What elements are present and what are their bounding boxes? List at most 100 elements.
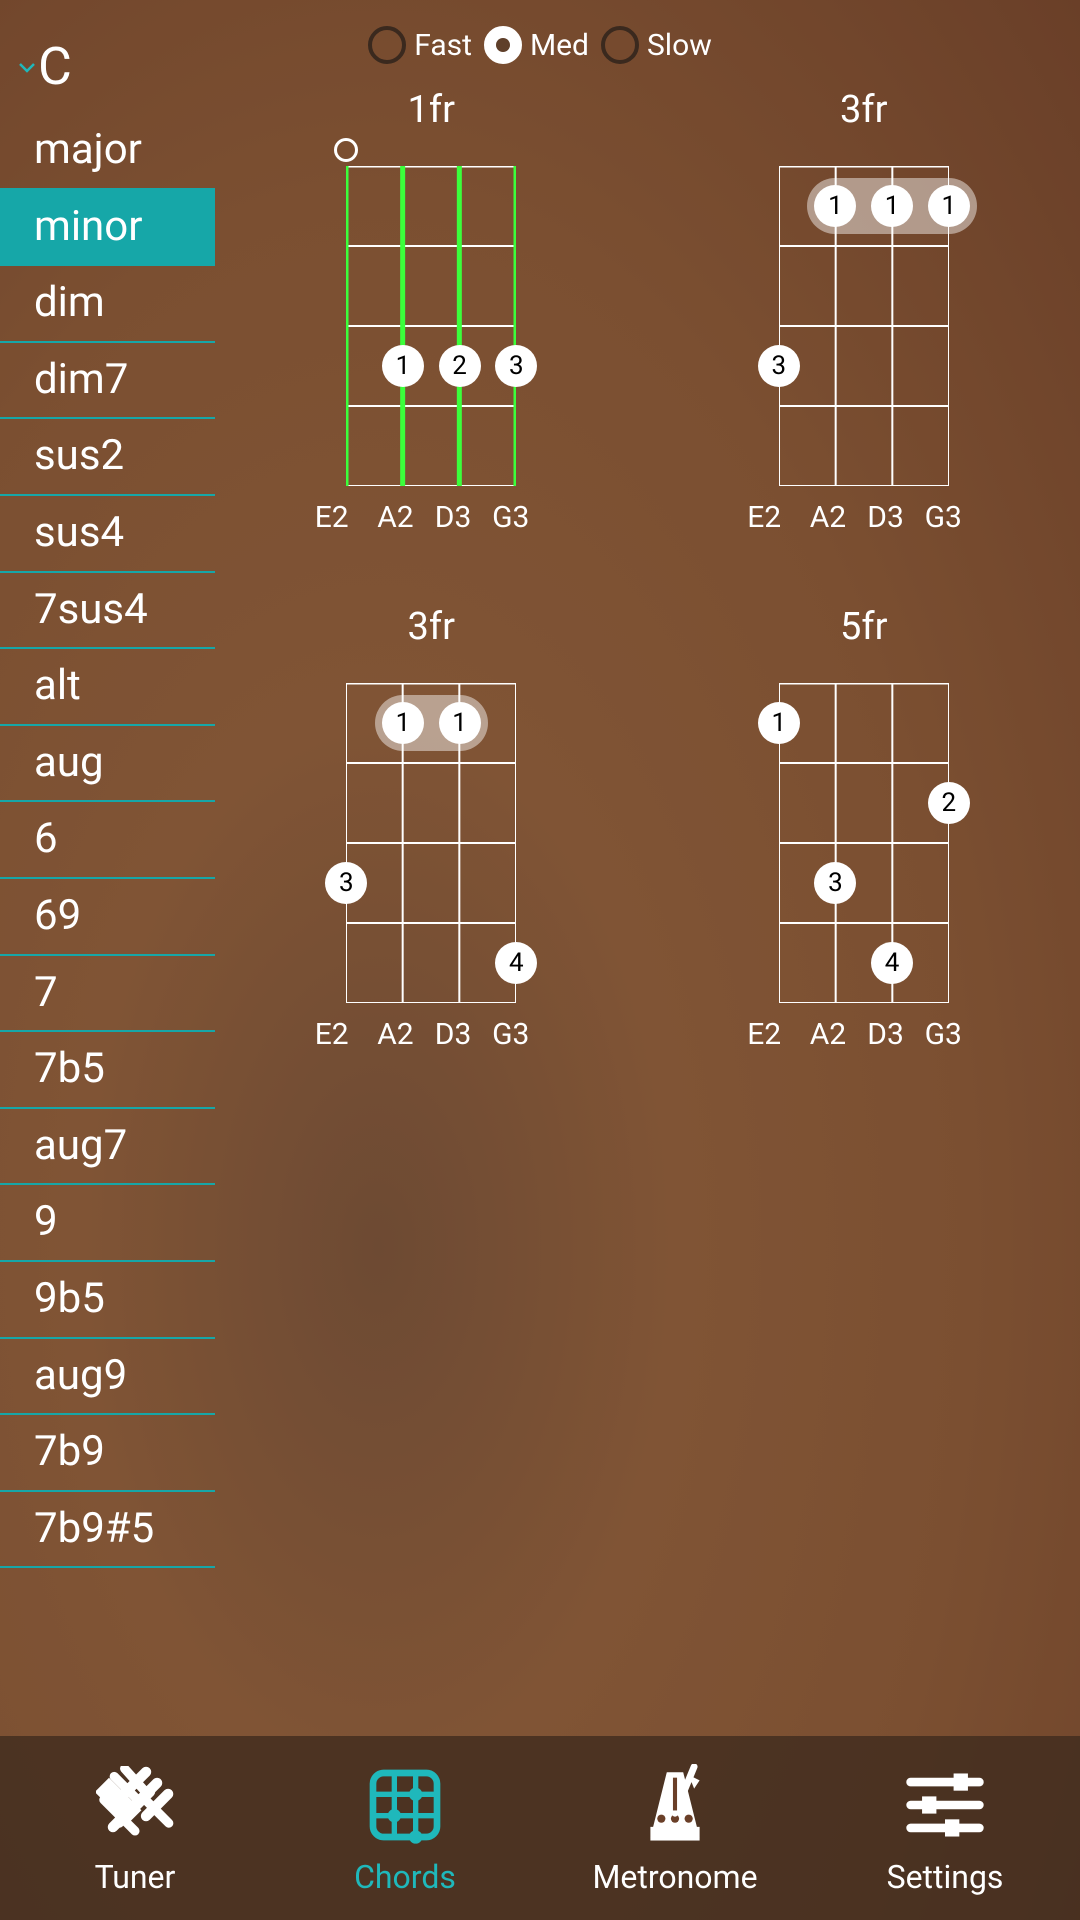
finger-dot: 1 bbox=[439, 702, 481, 744]
radio-icon bbox=[368, 26, 406, 64]
speed-option-fast[interactable]: Fast bbox=[368, 26, 472, 64]
sidebar-item-quality[interactable]: minor bbox=[0, 190, 215, 267]
string-label: E2 bbox=[315, 1017, 361, 1052]
quality-label: sus4 bbox=[34, 508, 124, 557]
string-label: D3 bbox=[863, 1017, 909, 1052]
fret-position-label: 3fr bbox=[840, 88, 887, 132]
quality-label: 7b9#5 bbox=[34, 1504, 154, 1553]
sidebar-item-quality[interactable]: 7 bbox=[0, 956, 215, 1033]
finger-dot: 3 bbox=[325, 862, 367, 904]
finger-dot: 1 bbox=[871, 185, 913, 227]
nav-label-chords: Chords bbox=[354, 1858, 456, 1896]
string-label: G3 bbox=[920, 500, 966, 535]
sidebar-item-quality[interactable]: aug bbox=[0, 726, 215, 803]
sidebar-item-quality[interactable]: sus4 bbox=[0, 496, 215, 573]
finger-dot: 1 bbox=[382, 702, 424, 744]
chord-diagrams-grid: 1fr123E2A2D3G33fr1113E2A2D3G33fr1134E2A2… bbox=[215, 88, 1080, 1122]
quality-label: major bbox=[34, 125, 142, 174]
finger-dot: 1 bbox=[758, 702, 800, 744]
quality-label: alt bbox=[34, 661, 81, 710]
quality-label: 7b9 bbox=[34, 1427, 105, 1476]
chord-diagram[interactable]: 1fr123E2A2D3G3 bbox=[215, 88, 648, 535]
sidebar-item-quality[interactable]: 6 bbox=[0, 802, 215, 879]
sidebar-item-quality[interactable]: 7sus4 bbox=[0, 573, 215, 650]
nav-chords[interactable]: Chords bbox=[270, 1736, 540, 1920]
nav-metronome[interactable]: Metronome bbox=[540, 1736, 810, 1920]
nav-tuner[interactable]: Tuner bbox=[0, 1736, 270, 1920]
sidebar-item-quality[interactable]: dim7 bbox=[0, 343, 215, 420]
string-label: D3 bbox=[863, 500, 909, 535]
speed-option-med[interactable]: Med bbox=[484, 26, 589, 64]
bottom-nav: Tuner Chords bbox=[0, 1736, 1080, 1920]
quality-label: 9b5 bbox=[34, 1274, 105, 1323]
chord-diagram[interactable]: 5fr1234E2A2D3G3 bbox=[648, 605, 1080, 1052]
chord-diagram[interactable]: 3fr1134E2A2D3G3 bbox=[215, 605, 648, 1052]
quality-label: 7b5 bbox=[34, 1044, 105, 1093]
fretboard: 123 bbox=[346, 166, 516, 486]
quality-label: dim bbox=[34, 278, 105, 327]
string-label: G3 bbox=[920, 1017, 966, 1052]
string-label: A2 bbox=[805, 1017, 851, 1052]
nav-label-metronome: Metronome bbox=[592, 1858, 757, 1896]
chord-diagram[interactable]: 3fr1113E2A2D3G3 bbox=[648, 88, 1080, 535]
string-label: G3 bbox=[488, 500, 534, 535]
speed-label-slow: Slow bbox=[647, 28, 712, 63]
quality-label: aug7 bbox=[34, 1121, 127, 1170]
quality-label: aug9 bbox=[34, 1351, 127, 1400]
string-label: A2 bbox=[372, 500, 418, 535]
fret-position-label: 5fr bbox=[840, 605, 887, 649]
string-label: D3 bbox=[430, 500, 476, 535]
string-labels-row: E2A2D3G3 bbox=[761, 500, 966, 535]
sidebar-item-quality[interactable]: alt bbox=[0, 649, 215, 726]
sliders-icon bbox=[900, 1760, 990, 1850]
sidebar-item-quality[interactable]: aug9 bbox=[0, 1339, 215, 1416]
nav-settings[interactable]: Settings bbox=[810, 1736, 1080, 1920]
string-label: E2 bbox=[747, 500, 793, 535]
sidebar-item-quality[interactable]: sus2 bbox=[0, 419, 215, 496]
fretboard: 1134 bbox=[346, 683, 516, 1003]
finger-dot: 1 bbox=[814, 185, 856, 227]
root-selector[interactable]: C bbox=[0, 34, 215, 113]
finger-dot: 3 bbox=[758, 345, 800, 387]
string-labels-row: E2A2D3G3 bbox=[329, 1017, 534, 1052]
metronome-icon bbox=[630, 1760, 720, 1850]
sidebar-item-quality[interactable]: 7b5 bbox=[0, 1032, 215, 1109]
string-label: G3 bbox=[488, 1017, 534, 1052]
fret-position-label: 3fr bbox=[408, 605, 455, 649]
nav-label-tuner: Tuner bbox=[95, 1858, 176, 1896]
finger-dot: 2 bbox=[439, 345, 481, 387]
speed-label-med: Med bbox=[530, 28, 589, 63]
quality-label: 69 bbox=[34, 891, 81, 940]
speed-label-fast: Fast bbox=[414, 28, 472, 63]
sidebar-item-quality[interactable]: 9b5 bbox=[0, 1262, 215, 1339]
finger-dot: 2 bbox=[928, 782, 970, 824]
sidebar-item-quality[interactable]: dim bbox=[0, 266, 215, 343]
root-label: C bbox=[38, 36, 72, 97]
finger-dot: 3 bbox=[495, 345, 537, 387]
finger-dot: 4 bbox=[871, 942, 913, 984]
sidebar-item-quality[interactable]: 9 bbox=[0, 1185, 215, 1262]
radio-icon bbox=[601, 26, 639, 64]
tuning-fork-icon bbox=[90, 1760, 180, 1850]
fret-position-label: 1fr bbox=[408, 88, 455, 132]
quality-label: dim7 bbox=[34, 355, 128, 404]
sidebar-item-quality[interactable]: major bbox=[0, 113, 215, 190]
chord-quality-sidebar: C major minor dim dim7 sus2 sus4 7sus4 alt aug 6 6… bbox=[0, 34, 215, 1568]
sidebar-item-quality[interactable]: 7b9#5 bbox=[0, 1492, 215, 1569]
finger-dot: 1 bbox=[382, 345, 424, 387]
string-labels-row: E2A2D3G3 bbox=[761, 1017, 966, 1052]
chord-grid-icon bbox=[360, 1760, 450, 1850]
speed-option-slow[interactable]: Slow bbox=[601, 26, 712, 64]
quality-label: 7 bbox=[34, 968, 58, 1017]
quality-label: 9 bbox=[34, 1197, 58, 1246]
string-label: D3 bbox=[430, 1017, 476, 1052]
finger-dot: 1 bbox=[928, 185, 970, 227]
open-string-marker bbox=[334, 138, 358, 162]
quality-label: aug bbox=[34, 738, 104, 787]
fretboard: 1234 bbox=[779, 683, 949, 1003]
sidebar-item-quality[interactable]: aug7 bbox=[0, 1109, 215, 1186]
sidebar-item-quality[interactable]: 7b9 bbox=[0, 1415, 215, 1492]
sidebar-item-quality[interactable]: 69 bbox=[0, 879, 215, 956]
quality-label: sus2 bbox=[34, 431, 124, 480]
string-label: A2 bbox=[805, 500, 851, 535]
